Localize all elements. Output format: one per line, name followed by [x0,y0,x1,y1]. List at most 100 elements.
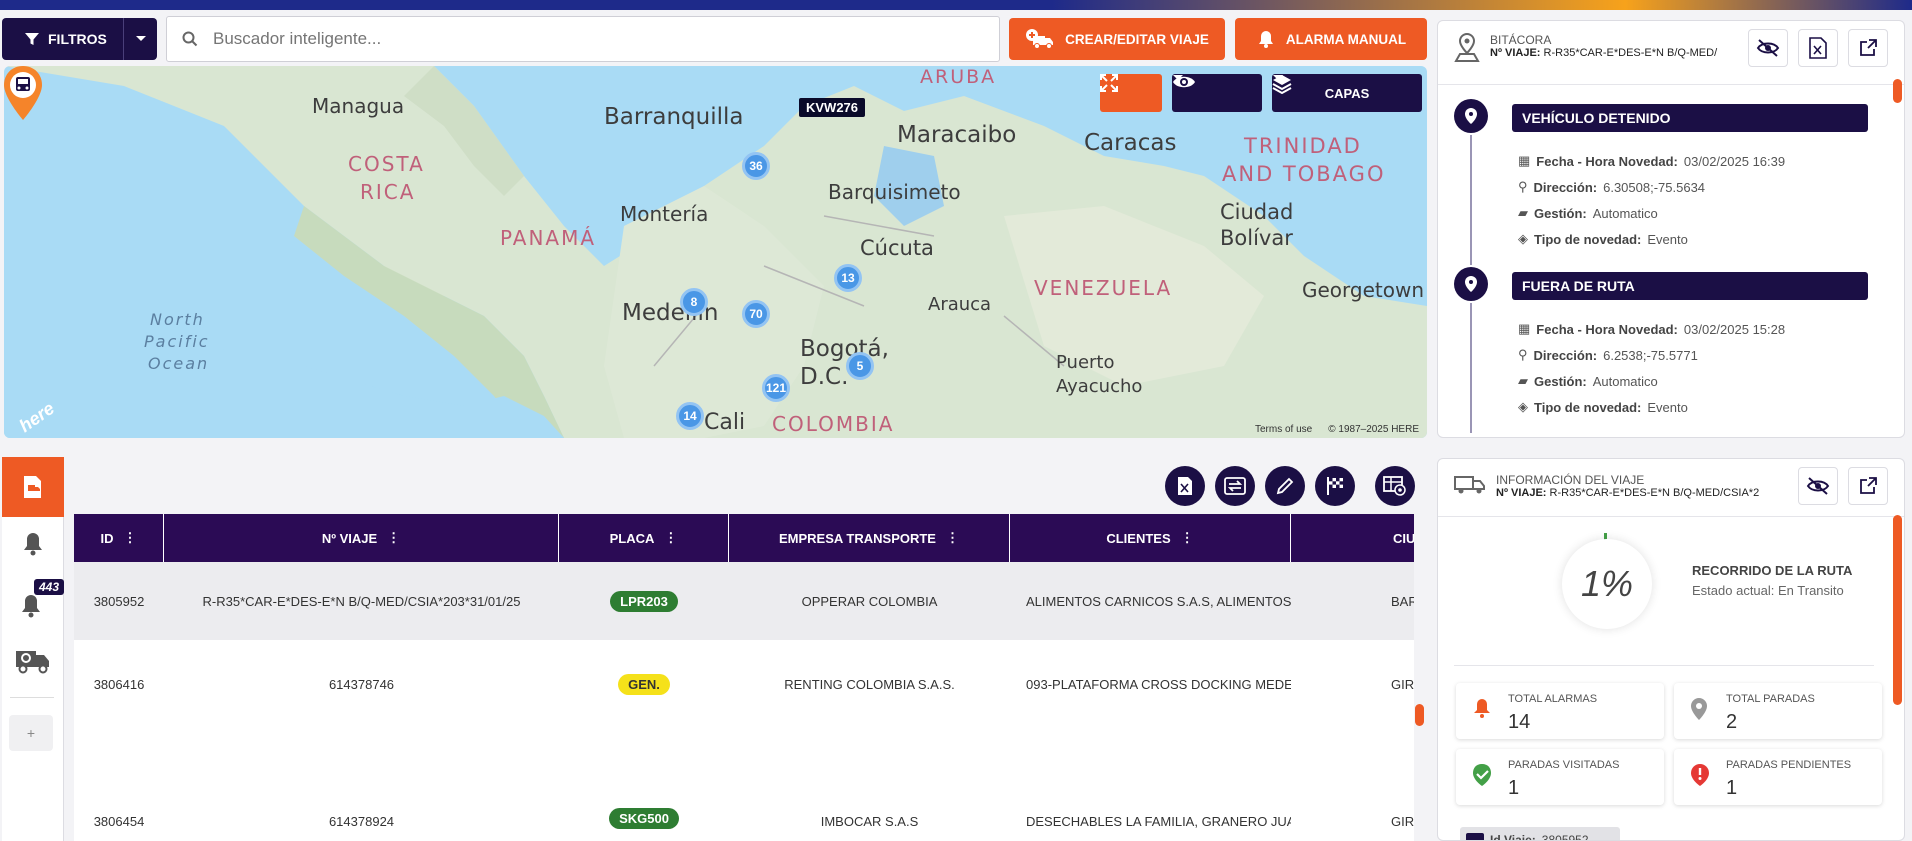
map-label-aruba: ARUBA [920,66,997,88]
table-scrollbar[interactable] [1415,704,1424,726]
map-label-bogota: Bogotá, [800,336,889,362]
filter-dropdown-toggle[interactable] [124,35,157,43]
map-cluster-marker[interactable]: 8 [680,288,708,316]
stat-label: PARADAS VISITADAS [1508,759,1620,771]
stat-label: TOTAL ALARMAS [1508,693,1598,705]
nav-alerts[interactable] [2,531,64,557]
manual-alarm-label: ALARMA MANUAL [1285,31,1407,47]
cell-viaje: R-R35*CAR-E*DES-E*N B/Q-MED/CSIA*203*31/… [202,593,521,609]
map-label-north: North [150,310,205,329]
event-tipo-label: Tipo de novedad: [1534,399,1642,415]
bell-icon [24,533,42,556]
event-fecha-value: 03/02/2025 15:28 [1683,321,1786,337]
estado-actual: Estado actual: En Transito [1692,583,1844,598]
location-pin-icon [1454,267,1488,301]
event-tipo: ◈ Tipo de novedad: Evento [1518,399,1688,415]
placa-badge: SKG500 [609,808,679,829]
column-header-viaje[interactable]: Nº VIAJE ⋮ [164,514,559,562]
column-header-ciudad[interactable]: CIUDA [1291,514,1414,562]
cell-clientes: DESECHABLES LA FAMILIA, GRANERO JUA [1026,814,1291,829]
map-label-dc: D.C. [800,364,849,390]
export-excel-button[interactable] [1798,29,1838,67]
column-header-id[interactable]: ID ⋮ [74,514,164,562]
table-row[interactable]: 3806416 614378746 GEN. RENTING COLOMBIA … [74,640,1414,728]
table-row[interactable]: 3805952 R-R35*CAR-E*DES-E*N B/Q-MED/CSIA… [74,562,1414,640]
check-shield-icon [1473,764,1491,786]
transfer-button[interactable] [1215,466,1255,506]
event-gestion-label: Gestión: [1534,205,1587,221]
info-scrollbar[interactable] [1893,515,1902,705]
nav-notifications[interactable] [2,591,64,619]
export-excel-button[interactable] [1165,466,1205,506]
map-cluster-marker[interactable]: 36 [742,152,770,180]
column-header-label: ID [100,530,114,546]
filter-label: FILTROS [48,31,107,47]
map-label-cucuta: Cúcuta [860,236,934,260]
placa-badge: LPR203 [610,590,678,612]
table-eye-icon [1383,476,1406,496]
manual-alarm-button[interactable]: ALARMA MANUAL [1235,18,1427,60]
transfer-icon [1224,477,1246,495]
kebab-icon[interactable]: ⋮ [1181,530,1194,546]
vehicle-pin-icon[interactable] [4,66,42,120]
trip-id-chip: Id Viaje: 3805952 [1460,827,1620,840]
map-label-barquisimeto: Barquisimeto [828,180,961,204]
open-external-button[interactable] [1848,467,1888,505]
column-header-clientes[interactable]: CLIENTES ⋮ [1010,514,1291,562]
truck-search-icon [16,651,49,674]
info-divider [1454,665,1874,666]
map-visibility-button[interactable] [1172,74,1262,112]
nav-add-button[interactable]: + [9,715,53,751]
excel-icon [1809,37,1827,59]
kebab-icon[interactable]: ⋮ [946,530,959,546]
event-gestion-value: Automatico [1592,373,1658,389]
column-header-placa[interactable]: PLACA ⋮ [559,514,729,562]
event-dir-label: Dirección: [1533,347,1598,363]
view-columns-button[interactable] [1375,466,1415,506]
bitacora-viaje-label: Nº VIAJE: [1490,47,1541,59]
map-cluster-marker[interactable]: 121 [762,374,790,402]
caret-down-icon [1273,75,1283,80]
map-layers-button[interactable]: CAPAS [1272,74,1422,112]
event-gestion-value: Automatico [1592,205,1658,221]
map-cluster-marker[interactable]: 14 [676,402,704,430]
nav-trips[interactable] [2,457,64,517]
map-cluster-marker[interactable]: 70 [742,300,770,328]
smart-search[interactable] [166,16,1000,62]
cell-id: 3806454 [93,814,145,829]
hide-bitacora-button[interactable] [1748,29,1788,67]
map-view[interactable]: Managua Barranquilla Maracaibo Caracas T… [4,66,1427,438]
map-cluster-marker[interactable]: 5 [846,352,874,380]
create-edit-trip-button[interactable]: CREAR/EDITAR VIAJE [1009,18,1225,60]
table-row[interactable]: 3806454 614378924 SKG500 IMBOCAR S.A.S D… [74,728,1414,841]
map-label-venezuela: VENEZUELA [1034,276,1173,300]
map-label-caracas: Caracas [1084,130,1177,156]
map-pin-person-icon [1454,33,1480,62]
filter-button[interactable]: FILTROS [2,18,157,60]
map-footer: Terms of use © 1987–2025 HERE [1255,424,1419,435]
terms-link[interactable]: Terms of use [1255,424,1312,435]
event-gestion: ▰ Gestión: Automatico [1518,373,1658,389]
finish-button[interactable] [1315,466,1355,506]
bitacora-scrollbar[interactable] [1893,79,1902,103]
edit-button[interactable] [1265,466,1305,506]
search-input[interactable] [213,29,913,49]
map-label-trinidad: TRINIDAD [1244,134,1362,158]
kebab-icon[interactable]: ⋮ [387,530,400,546]
open-external-button[interactable] [1848,29,1888,67]
hide-info-button[interactable] [1798,467,1838,505]
caret-down-icon [1173,75,1183,80]
cell-id: 3805952 [93,593,145,609]
nav-vehicle-search[interactable] [2,647,64,675]
kebab-icon[interactable]: ⋮ [124,530,137,546]
map-cluster-marker[interactable]: 13 [834,264,862,292]
map-expand-button[interactable] [1100,74,1162,112]
map-label-georgetown: Georgetown [1302,278,1425,302]
kebab-icon[interactable]: ⋮ [664,530,677,546]
event-direccion: ⚲ Dirección: 6.30508;-75.5634 [1518,179,1705,195]
side-navigation: 443 + [2,457,65,841]
truck-add-icon [1026,29,1054,49]
column-header-empresa[interactable]: EMPRESA TRANSPORTE ⋮ [729,514,1010,562]
map-label-ayacucho: Ayacucho [1056,376,1143,397]
stat-value: 2 [1726,711,1738,733]
